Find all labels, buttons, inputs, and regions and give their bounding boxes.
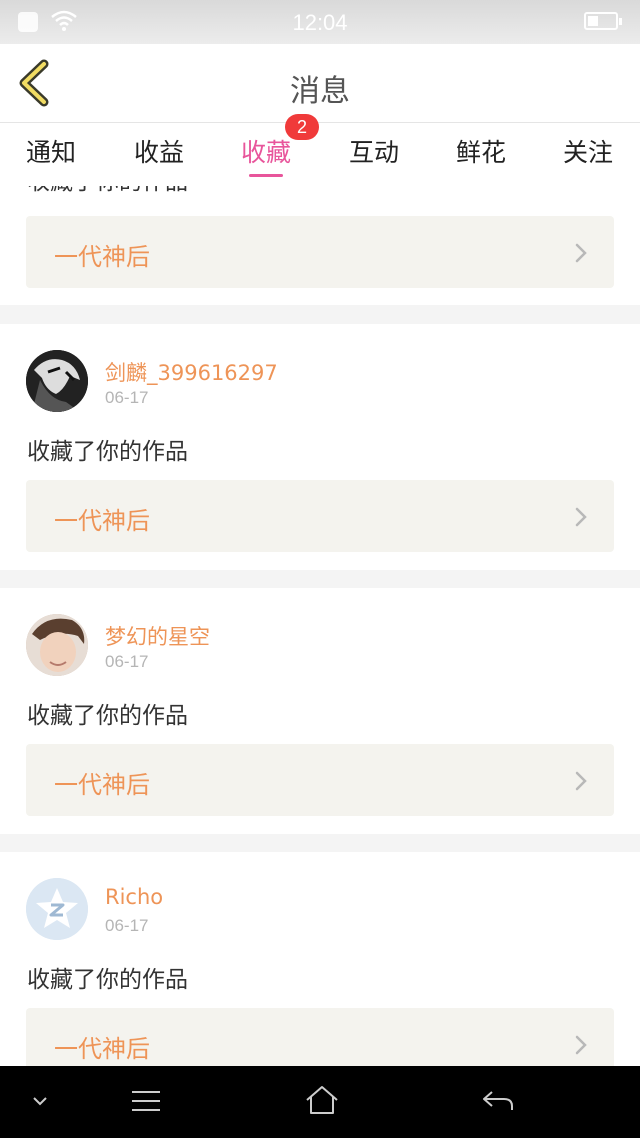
avatar[interactable] (26, 614, 88, 676)
tab-flowers[interactable]: 鲜花 (456, 133, 506, 169)
action-text: 收藏了你的作品 (27, 703, 188, 729)
action-text: 收藏了你的作品 (27, 186, 188, 196)
chevron-right-icon (575, 243, 587, 263)
username[interactable]: 梦幻的星空 (105, 621, 210, 651)
action-text: 收藏了你的作品 (27, 439, 188, 465)
header: 消息 (0, 44, 640, 122)
username[interactable]: 剑麟_399616297 (105, 357, 278, 387)
work-title: 一代神后 (54, 771, 150, 799)
work-title: 一代神后 (54, 243, 150, 271)
favorites-feed: 收藏了你的作品 一代神后 剑麟_399616297 06-17 收藏了你的作品 … (0, 186, 640, 1066)
list-item: 梦幻的星空 06-17 收藏了你的作品 一代神后 (0, 588, 640, 834)
avatar[interactable] (26, 350, 88, 412)
system-nav-bar (0, 1066, 640, 1138)
date: 06-17 (105, 652, 149, 671)
unread-badge: 2 (285, 114, 319, 140)
chevron-down-icon[interactable] (30, 1094, 50, 1108)
date: 06-17 (105, 916, 149, 935)
avatar-image (26, 350, 88, 412)
list-item: 收藏了你的作品 一代神后 (0, 186, 640, 305)
work-title: 一代神后 (54, 1035, 150, 1063)
username[interactable]: Richo (105, 885, 163, 909)
work-title: 一代神后 (54, 507, 150, 535)
chevron-right-icon (575, 507, 587, 527)
tab-notifications[interactable]: 通知 (26, 133, 76, 169)
home-icon[interactable] (304, 1084, 340, 1116)
tab-favorites[interactable]: 收藏 (241, 133, 291, 169)
menu-icon[interactable] (130, 1088, 162, 1114)
tab-bar: 通知 收益 收藏 互动 鲜花 关注 (0, 122, 640, 186)
work-link[interactable]: 一代神后 (26, 1008, 614, 1066)
chevron-right-icon (575, 1035, 587, 1055)
tab-following[interactable]: 关注 (563, 133, 613, 169)
battery-icon (584, 12, 622, 30)
back-nav-icon[interactable] (480, 1088, 516, 1114)
active-tab-indicator (249, 174, 283, 177)
tab-interactions[interactable]: 互动 (349, 133, 399, 169)
page-title: 消息 (290, 74, 350, 109)
avatar[interactable] (26, 878, 88, 940)
status-time: 12:04 (292, 10, 348, 35)
list-item: Richo 06-17 收藏了你的作品 一代神后 (0, 852, 640, 1066)
work-link[interactable]: 一代神后 (26, 480, 614, 552)
work-link[interactable]: 一代神后 (26, 216, 614, 288)
status-bar: 12:04 (0, 0, 640, 44)
default-avatar-icon (26, 878, 88, 940)
list-item: 剑麟_399616297 06-17 收藏了你的作品 一代神后 (0, 324, 640, 570)
date: 06-17 (105, 388, 149, 407)
action-text: 收藏了你的作品 (27, 967, 188, 993)
chevron-right-icon (575, 771, 587, 791)
work-link[interactable]: 一代神后 (26, 744, 614, 816)
avatar-image (26, 614, 88, 676)
tab-earnings[interactable]: 收益 (134, 133, 184, 169)
